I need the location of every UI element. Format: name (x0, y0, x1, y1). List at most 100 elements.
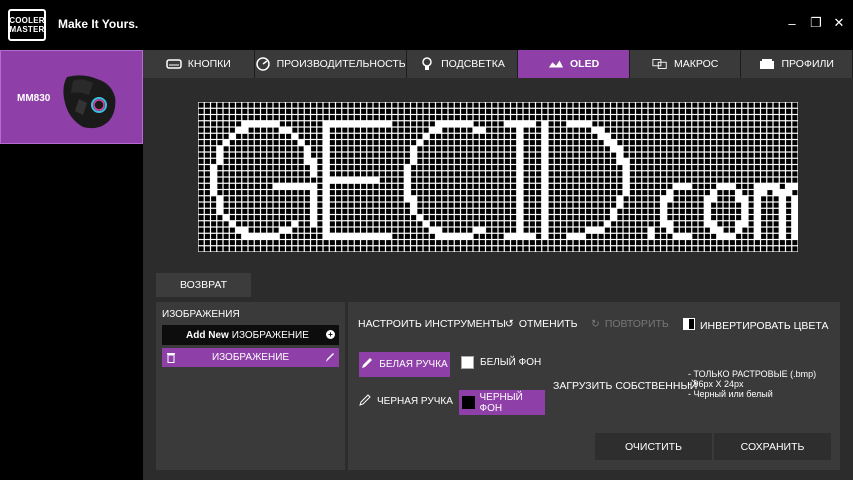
oled-pixel[interactable] (642, 215, 648, 221)
white-background-option[interactable]: БЕЛЫЙ ФОН (461, 356, 541, 369)
oled-pixel[interactable] (711, 102, 717, 108)
oled-pixel[interactable] (592, 133, 598, 139)
oled-pixel[interactable] (311, 196, 317, 202)
oled-pixel[interactable] (611, 140, 617, 146)
oled-pixel[interactable] (317, 240, 323, 246)
oled-pixel[interactable] (417, 240, 423, 246)
oled-pixel[interactable] (611, 102, 617, 108)
oled-pixel[interactable] (498, 102, 504, 108)
oled-pixel[interactable] (486, 177, 492, 183)
oled-pixel[interactable] (667, 127, 673, 133)
oled-pixel[interactable] (579, 165, 585, 171)
oled-pixel[interactable] (711, 152, 717, 158)
oled-pixel[interactable] (504, 233, 510, 239)
tab-oled[interactable]: OLED (518, 50, 630, 78)
oled-pixel[interactable] (392, 190, 398, 196)
oled-pixel[interactable] (254, 227, 260, 233)
oled-pixel[interactable] (267, 196, 273, 202)
oled-pixel[interactable] (273, 158, 279, 164)
oled-pixel[interactable] (523, 246, 529, 252)
oled-pixel[interactable] (254, 177, 260, 183)
oled-pixel[interactable] (436, 121, 442, 127)
oled-pixel[interactable] (517, 152, 523, 158)
oled-pixel[interactable] (461, 208, 467, 214)
oled-pixel[interactable] (454, 127, 460, 133)
oled-pixel[interactable] (504, 190, 510, 196)
oled-pixel[interactable] (511, 196, 517, 202)
oled-pixel[interactable] (542, 183, 548, 189)
oled-pixel[interactable] (436, 221, 442, 227)
oled-pixel[interactable] (792, 140, 798, 146)
oled-pixel[interactable] (442, 190, 448, 196)
oled-pixel[interactable] (229, 152, 235, 158)
oled-pixel[interactable] (317, 152, 323, 158)
oled-pixel[interactable] (492, 240, 498, 246)
oled-pixel[interactable] (642, 102, 648, 108)
oled-pixel[interactable] (617, 108, 623, 114)
oled-pixel[interactable] (404, 152, 410, 158)
oled-pixel[interactable] (273, 121, 279, 127)
oled-pixel[interactable] (692, 127, 698, 133)
oled-pixel[interactable] (561, 246, 567, 252)
oled-pixel[interactable] (767, 140, 773, 146)
oled-pixel[interactable] (211, 221, 217, 227)
oled-pixel[interactable] (698, 227, 704, 233)
oled-pixel[interactable] (354, 115, 360, 121)
oled-pixel[interactable] (554, 202, 560, 208)
oled-pixel[interactable] (223, 233, 229, 239)
oled-pixel[interactable] (754, 208, 760, 214)
oled-pixel[interactable] (686, 215, 692, 221)
oled-pixel[interactable] (579, 108, 585, 114)
oled-pixel[interactable] (592, 215, 598, 221)
oled-pixel[interactable] (242, 115, 248, 121)
oled-pixel[interactable] (504, 127, 510, 133)
oled-pixel[interactable] (642, 152, 648, 158)
oled-pixel[interactable] (623, 133, 629, 139)
oled-pixel[interactable] (742, 246, 748, 252)
oled-pixel[interactable] (748, 165, 754, 171)
oled-pixel[interactable] (248, 240, 254, 246)
oled-pixel[interactable] (348, 190, 354, 196)
oled-pixel[interactable] (636, 133, 642, 139)
oled-pixel[interactable] (629, 152, 635, 158)
oled-pixel[interactable] (748, 127, 754, 133)
oled-pixel[interactable] (217, 227, 223, 233)
oled-pixel[interactable] (198, 108, 204, 114)
oled-pixel[interactable] (542, 240, 548, 246)
oled-pixel[interactable] (598, 202, 604, 208)
oled-pixel[interactable] (604, 240, 610, 246)
oled-pixel[interactable] (554, 171, 560, 177)
oled-pixel[interactable] (261, 171, 267, 177)
oled-pixel[interactable] (467, 171, 473, 177)
oled-pixel[interactable] (561, 196, 567, 202)
oled-pixel[interactable] (473, 102, 479, 108)
oled-pixel[interactable] (498, 221, 504, 227)
oled-pixel[interactable] (523, 171, 529, 177)
oled-pixel[interactable] (404, 233, 410, 239)
oled-pixel[interactable] (642, 171, 648, 177)
oled-pixel[interactable] (498, 190, 504, 196)
oled-pixel[interactable] (554, 177, 560, 183)
oled-pixel[interactable] (229, 102, 235, 108)
oled-pixel[interactable] (642, 227, 648, 233)
oled-pixel[interactable] (567, 246, 573, 252)
oled-pixel[interactable] (242, 183, 248, 189)
black-pen-button[interactable]: ЧЕРНАЯ РУЧКА (359, 394, 453, 409)
oled-pixel[interactable] (379, 127, 385, 133)
oled-pixel[interactable] (573, 158, 579, 164)
oled-pixel[interactable] (679, 108, 685, 114)
oled-pixel[interactable] (767, 246, 773, 252)
oled-pixel[interactable] (723, 196, 729, 202)
oled-pixel[interactable] (617, 165, 623, 171)
oled-pixel[interactable] (517, 227, 523, 233)
oled-pixel[interactable] (286, 177, 292, 183)
oled-pixel[interactable] (673, 183, 679, 189)
oled-pixel[interactable] (436, 165, 442, 171)
oled-pixel[interactable] (317, 190, 323, 196)
oled-pixel[interactable] (198, 165, 204, 171)
oled-pixel[interactable] (448, 240, 454, 246)
oled-pixel[interactable] (461, 233, 467, 239)
oled-pixel[interactable] (367, 165, 373, 171)
oled-pixel[interactable] (773, 202, 779, 208)
oled-pixel[interactable] (398, 146, 404, 152)
